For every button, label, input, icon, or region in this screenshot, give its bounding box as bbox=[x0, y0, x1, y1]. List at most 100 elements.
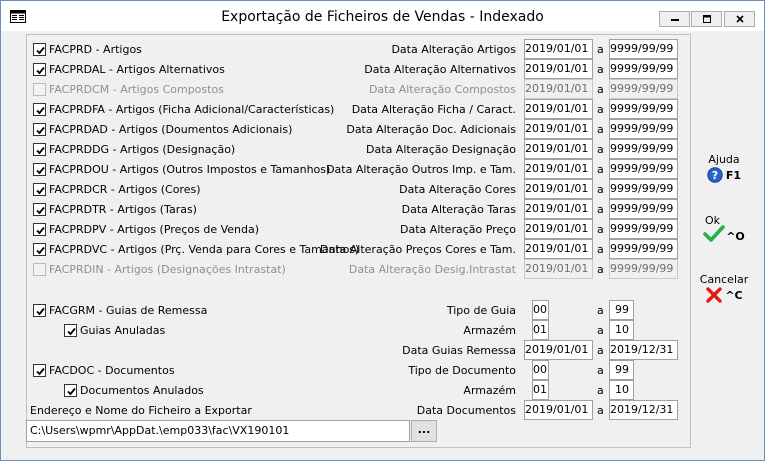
file-path-input[interactable]: C:\Users\wpmr\AppDat.\emp033\fac\VX19010… bbox=[26, 420, 410, 442]
date-from-input[interactable]: 2019/01/01 bbox=[524, 219, 593, 239]
range-separator: a bbox=[597, 404, 604, 417]
docs-checkbox[interactable] bbox=[33, 364, 46, 377]
guias-label: FACGRM - Guias de Remessa bbox=[49, 304, 208, 317]
close-button[interactable] bbox=[724, 11, 755, 27]
table-checkbox[interactable] bbox=[33, 183, 46, 196]
range-separator: a bbox=[597, 63, 604, 76]
date-range-label: Data Alteração Compostos bbox=[368, 83, 516, 96]
date-from-input[interactable]: 2019/01/01 bbox=[524, 99, 593, 119]
guias-checkbox[interactable] bbox=[33, 304, 46, 317]
date-range-label: Data Alteração Preços Cores e Tam. bbox=[320, 243, 516, 256]
range-separator: a bbox=[597, 123, 604, 136]
date-to-input[interactable]: 9999/99/99 bbox=[609, 199, 678, 219]
date-range-label: Data Alteração Cores bbox=[399, 183, 516, 196]
table-checkbox[interactable] bbox=[33, 123, 46, 136]
date-to-input[interactable]: 9999/99/99 bbox=[609, 119, 678, 139]
armazem-guias-from-input[interactable]: 01 bbox=[532, 320, 549, 340]
docs-label: FACDOC - Documentos bbox=[49, 364, 175, 377]
restore-button[interactable] bbox=[691, 11, 722, 27]
range-separator: a bbox=[597, 344, 604, 357]
date-to-input[interactable]: 9999/99/99 bbox=[609, 219, 678, 239]
table-checkbox bbox=[33, 263, 46, 276]
date-from-input[interactable]: 2019/01/01 bbox=[524, 239, 593, 259]
data-guias-from-input[interactable]: 2019/01/01 bbox=[524, 340, 593, 360]
tipo-guia-label: Tipo de Guia bbox=[446, 304, 516, 317]
armazem-guias-to-input[interactable]: 10 bbox=[609, 320, 634, 340]
table-label: FACPRDFA - Artigos (Ficha Adicional/Cara… bbox=[49, 103, 335, 116]
table-checkbox[interactable] bbox=[33, 163, 46, 176]
table-label: FACPRDCR - Artigos (Cores) bbox=[49, 183, 201, 196]
tipo-guia-to-input[interactable]: 99 bbox=[609, 300, 634, 320]
date-to-input[interactable]: 9999/99/99 bbox=[609, 179, 678, 199]
date-range-label: Data Alteração Ficha / Caract. bbox=[351, 103, 516, 116]
date-to-input[interactable]: 9999/99/99 bbox=[609, 239, 678, 259]
docs-anulados-checkbox[interactable] bbox=[64, 384, 77, 397]
cancel-button[interactable]: Cancelar ^C bbox=[698, 273, 750, 303]
table-label: FACPRDVC - Artigos (Prç. Venda para Core… bbox=[49, 243, 360, 256]
data-docs-from-input[interactable]: 2019/01/01 bbox=[524, 400, 593, 420]
close-icon bbox=[706, 287, 723, 303]
check-icon bbox=[36, 106, 45, 115]
tipo-doc-from-input[interactable]: 00 bbox=[532, 360, 549, 380]
range-separator: a bbox=[597, 243, 604, 256]
guias-anuladas-checkbox[interactable] bbox=[64, 324, 77, 337]
date-range-label: Data Alteração Desig.Intrastat bbox=[348, 263, 516, 276]
table-checkbox[interactable] bbox=[33, 223, 46, 236]
table-checkbox[interactable] bbox=[33, 63, 46, 76]
range-separator: a bbox=[597, 304, 604, 317]
check-icon bbox=[36, 367, 45, 376]
tipo-doc-to-input[interactable]: 99 bbox=[609, 360, 634, 380]
table-checkbox bbox=[33, 83, 46, 96]
date-from-input[interactable]: 2019/01/01 bbox=[524, 119, 593, 139]
browse-button[interactable]: ... bbox=[411, 420, 437, 442]
guias-anuladas-label: Guias Anuladas bbox=[80, 324, 166, 337]
date-to-input[interactable]: 9999/99/99 bbox=[609, 139, 678, 159]
date-from-input[interactable]: 2019/01/01 bbox=[524, 39, 593, 59]
docs-anulados-label: Documentos Anulados bbox=[80, 384, 204, 397]
range-separator: a bbox=[597, 143, 604, 156]
date-to-input[interactable]: 9999/99/99 bbox=[609, 99, 678, 119]
date-to-input[interactable]: 9999/99/99 bbox=[609, 39, 678, 59]
cancel-label: Cancelar bbox=[699, 273, 749, 286]
table-label: FACPRDIN - Artigos (Designações Intrasta… bbox=[49, 263, 286, 276]
date-from-input[interactable]: 2019/01/01 bbox=[524, 199, 593, 219]
check-icon bbox=[36, 66, 45, 75]
date-from-input[interactable]: 2019/01/01 bbox=[524, 159, 593, 179]
check-icon bbox=[36, 146, 45, 155]
armazem-docs-to-input[interactable]: 10 bbox=[609, 380, 634, 400]
range-separator: a bbox=[597, 364, 604, 377]
tipo-guia-from-input[interactable]: 00 bbox=[532, 300, 549, 320]
range-separator: a bbox=[597, 163, 604, 176]
check-icon bbox=[36, 246, 45, 255]
table-checkbox[interactable] bbox=[33, 243, 46, 256]
check-icon bbox=[36, 206, 45, 215]
date-to-input[interactable]: 9999/99/99 bbox=[609, 59, 678, 79]
table-label: FACPRD - Artigos bbox=[49, 43, 142, 56]
check-icon bbox=[36, 226, 45, 235]
date-range-label: Data Alteração Designação bbox=[366, 143, 516, 156]
data-guias-to-input[interactable]: 2019/12/31 bbox=[609, 340, 678, 360]
file-path-label: Endereço e Nome do Ficheiro a Exportar bbox=[30, 404, 252, 417]
table-checkbox[interactable] bbox=[33, 43, 46, 56]
table-checkbox[interactable] bbox=[33, 203, 46, 216]
date-from-input[interactable]: 2019/01/01 bbox=[524, 139, 593, 159]
title-bar[interactable]: Exportação de Ficheiros de Vendas - Inde… bbox=[1, 1, 764, 31]
date-from-input[interactable]: 2019/01/01 bbox=[524, 179, 593, 199]
ok-shortcut: ^O bbox=[726, 230, 745, 243]
range-separator: a bbox=[597, 324, 604, 337]
help-button[interactable]: Ajuda ? F1 bbox=[701, 153, 747, 183]
date-to-input[interactable]: 9999/99/99 bbox=[609, 159, 678, 179]
date-from-input[interactable]: 2019/01/01 bbox=[524, 59, 593, 79]
minimize-button[interactable] bbox=[659, 11, 690, 27]
table-checkbox[interactable] bbox=[33, 143, 46, 156]
check-icon bbox=[36, 307, 45, 316]
data-docs-to-input[interactable]: 2019/12/31 bbox=[609, 400, 678, 420]
range-separator: a bbox=[597, 183, 604, 196]
table-checkbox[interactable] bbox=[33, 103, 46, 116]
range-separator: a bbox=[597, 223, 604, 236]
date-range-label: Data Alteração Outros Imp. e Tam. bbox=[326, 163, 516, 176]
ok-button[interactable]: Ok ^O bbox=[701, 214, 747, 243]
range-separator: a bbox=[597, 103, 604, 116]
armazem-docs-from-input[interactable]: 01 bbox=[532, 380, 549, 400]
range-separator: a bbox=[597, 263, 604, 276]
